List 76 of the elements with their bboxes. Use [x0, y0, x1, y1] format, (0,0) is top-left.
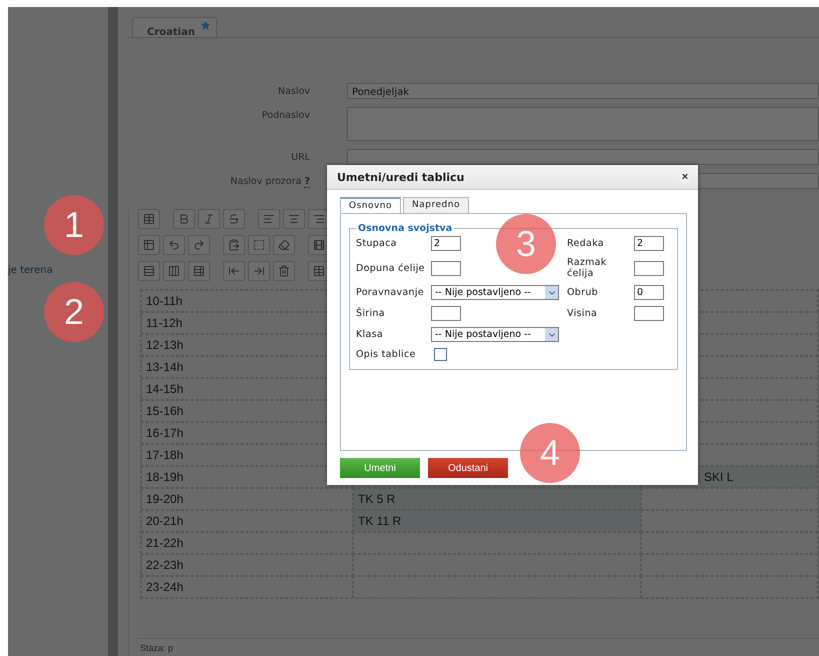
bold-button[interactable] — [173, 209, 195, 229]
undo-icon — [168, 239, 180, 251]
paste-icon — [228, 239, 240, 251]
table-cell: 23-24h — [141, 576, 353, 598]
field-label: Naslov prozora ? — [229, 175, 310, 187]
eraser-icon — [278, 239, 290, 251]
table-cell: 20-21h — [141, 510, 353, 532]
input-field[interactable]: 2 — [431, 236, 461, 251]
field-label: Dopuna ćelije — [356, 262, 426, 274]
field-label: Poravnavanje — [356, 287, 425, 298]
field-label: URL — [290, 151, 310, 163]
redo-icon — [193, 239, 205, 251]
field-label: Visina — [567, 308, 598, 319]
table-icon — [313, 265, 325, 277]
table-icon — [193, 265, 205, 277]
dialog-tab[interactable]: Napredno — [403, 197, 469, 213]
align-center-icon — [288, 213, 300, 225]
field-label: Obrub — [567, 287, 599, 298]
arrow-right-button[interactable] — [248, 261, 270, 281]
dropdown[interactable]: -- Nije postavljeno -- — [431, 285, 559, 300]
redo-button[interactable] — [188, 235, 210, 255]
strikethrough-icon — [228, 213, 240, 225]
input-field[interactable]: Ponedjeljak — [347, 83, 819, 99]
input-field[interactable] — [634, 260, 664, 276]
trash-icon — [278, 265, 290, 277]
group-legend: Osnovna svojstva — [356, 223, 454, 234]
text-area[interactable] — [347, 107, 819, 141]
dialog-tab[interactable]: Osnovno — [340, 197, 402, 213]
field-label: Širina — [356, 308, 386, 319]
align-right-icon — [313, 213, 325, 225]
input-field[interactable]: 2 — [634, 236, 664, 251]
field-label: Klasa — [356, 329, 384, 340]
input-field[interactable]: 0 — [634, 285, 664, 300]
table-cell: 22-23h — [141, 554, 353, 576]
dashed-square-button[interactable] — [248, 235, 270, 255]
star-icon — [200, 21, 210, 30]
italic-icon — [203, 213, 215, 225]
bold-icon — [178, 213, 190, 225]
film-icon — [313, 239, 325, 251]
cancel-button[interactable]: Odustani — [428, 458, 508, 478]
field-label: Naslov — [277, 85, 310, 97]
dropdown[interactable]: -- Nije postavljeno -- — [431, 327, 559, 342]
checkbox[interactable] — [434, 348, 447, 361]
strikethrough-button[interactable] — [223, 209, 245, 229]
field-label: Opis tablice — [356, 349, 417, 360]
columns-button[interactable] — [163, 261, 185, 281]
table-cell: TK 11 R — [353, 510, 641, 532]
paste-button[interactable] — [223, 235, 245, 255]
input-field[interactable] — [634, 306, 664, 321]
table-icon — [143, 239, 155, 251]
arrow-left-button[interactable] — [223, 261, 245, 281]
eraser-button[interactable] — [273, 235, 295, 255]
dialog-title: Umetni/uredi tablicu — [337, 170, 464, 184]
italic-button[interactable] — [198, 209, 220, 229]
field-label: Redaka — [567, 238, 605, 249]
field-label: Stupaca — [356, 238, 398, 249]
trash-button[interactable] — [273, 261, 295, 281]
table-icon — [143, 213, 155, 225]
input-field[interactable] — [431, 260, 461, 276]
align-left-icon — [263, 213, 275, 225]
align-left-button[interactable] — [258, 209, 280, 229]
status-bar: Staza: p — [138, 638, 819, 656]
input-field[interactable] — [431, 306, 461, 321]
rows-icon — [143, 265, 155, 277]
table-cell: TK 5 R — [353, 488, 641, 510]
columns-icon — [168, 265, 180, 277]
arrow-left-icon — [228, 265, 240, 277]
table-cell: 19-20h — [141, 488, 353, 510]
undo-button[interactable] — [163, 235, 185, 255]
rows-button[interactable] — [138, 261, 160, 281]
field-label: Podnaslov — [260, 109, 310, 121]
table-cell: 21-22h — [141, 532, 353, 554]
arrow-right-icon — [253, 265, 265, 277]
dashed-square-icon — [253, 239, 265, 251]
input-field[interactable] — [347, 149, 819, 165]
field-label: Razmak ćelija — [567, 257, 608, 279]
